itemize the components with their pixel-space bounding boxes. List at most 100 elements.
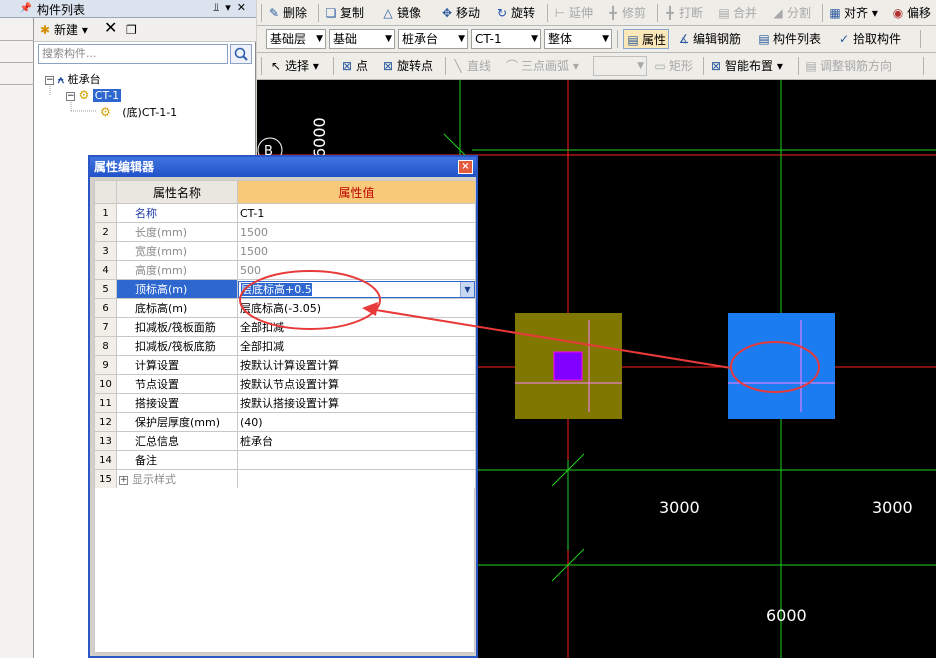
- scope-select[interactable]: 整体 ▼: [544, 29, 612, 49]
- delete-component-icon[interactable]: ✕: [104, 19, 117, 37]
- rect-icon: ▭: [654, 59, 666, 73]
- edit-rebar-button[interactable]: ∡ 编辑钢筋: [677, 29, 741, 49]
- tree-node-ct1[interactable]: − ⚙ CT-1: [66, 88, 122, 102]
- offset-button[interactable]: ◉ 偏移: [891, 3, 931, 23]
- property-row[interactable]: 12 保护层厚度(mm) (40): [94, 412, 476, 432]
- property-value[interactable]: [237, 450, 476, 470]
- new-component-button[interactable]: ✱ 新建 ▾: [38, 21, 88, 39]
- dropdown-icon[interactable]: ▾: [225, 1, 237, 14]
- point-button[interactable]: ⊠ 点: [340, 56, 368, 76]
- property-row[interactable]: 2 长度(mm) 1500: [94, 222, 476, 242]
- property-row[interactable]: 3 宽度(mm) 1500: [94, 241, 476, 261]
- property-editor-titlebar[interactable]: 属性编辑器 ×: [90, 157, 476, 177]
- move-button[interactable]: ✥ 移动: [440, 3, 480, 23]
- component-list-title: 构件列表: [37, 3, 86, 17]
- collapse-icon[interactable]: −: [66, 91, 75, 101]
- property-value[interactable]: (40): [237, 412, 476, 432]
- chevron-down-icon: ▼: [458, 34, 465, 44]
- left-panel-header: 📌: [0, 0, 34, 18]
- property-value-editor[interactable]: 层底标高+0.5 ▼: [237, 279, 476, 299]
- property-row[interactable]: 13 汇总信息 桩承台: [94, 431, 476, 451]
- property-row[interactable]: 10 节点设置 按默认节点设置计算: [94, 374, 476, 394]
- expand-icon[interactable]: +: [119, 475, 128, 485]
- property-value[interactable]: 全部扣减: [237, 336, 476, 356]
- property-row[interactable]: 1 名称 CT-1: [94, 203, 476, 223]
- property-value[interactable]: 1500: [237, 222, 476, 242]
- line-button[interactable]: ╲ 直线: [451, 56, 491, 76]
- property-name: 备注: [116, 450, 238, 470]
- collapse-icon[interactable]: −: [45, 75, 54, 85]
- copy-icon: ❏: [325, 6, 337, 20]
- edit-rebar-icon: ∡: [678, 32, 690, 46]
- property-row[interactable]: 11 搭接设置 按默认搭接设置计算: [94, 393, 476, 413]
- search-input[interactable]: 搜索构件...: [38, 44, 228, 64]
- copy-component-icon[interactable]: ❐: [126, 21, 137, 39]
- tree-node-pile-cap[interactable]: − ⍲ 桩承台: [45, 71, 101, 87]
- property-name-group[interactable]: + 显示样式: [116, 469, 238, 489]
- property-value[interactable]: 按默认节点设置计算: [237, 374, 476, 394]
- property-row[interactable]: 14 备注: [94, 450, 476, 470]
- property-button[interactable]: ▤ 属性: [623, 29, 670, 49]
- property-value[interactable]: 按默认计算设置计算: [237, 355, 476, 375]
- property-value[interactable]: 1500: [237, 241, 476, 261]
- offset-icon: ◉: [892, 6, 904, 20]
- property-row[interactable]: 9 计算设置 按默认计算设置计算: [94, 355, 476, 375]
- list-icon: ▤: [758, 32, 770, 46]
- component-list-button[interactable]: ▤ 构件列表: [757, 29, 821, 49]
- edit-toolbar: ✎ 删除 ❏ 复制 △ 镜像 ✥ 移动 ↻ 旋转 ⊢ 延伸 ╋ 修剪 ╋ 打断 ▤ 合并 ◢ 分割 …: [257, 0, 936, 26]
- rect-button[interactable]: ▭ 矩形: [653, 56, 693, 76]
- pile-cap-icon: ⍲: [57, 73, 65, 86]
- split-button[interactable]: ◢ 分割: [771, 3, 811, 23]
- smart-layout-button[interactable]: ⊠ 智能布置 ▾: [709, 56, 783, 76]
- chevron-down-icon: ▼: [531, 34, 538, 44]
- pick-component-button[interactable]: ✓ 拾取构件: [837, 29, 901, 49]
- close-button[interactable]: ×: [458, 160, 473, 174]
- property-row[interactable]: 15 + 显示样式: [94, 469, 476, 489]
- merge-button[interactable]: ▤ 合并: [717, 3, 757, 23]
- close-icon[interactable]: ✕: [237, 1, 252, 14]
- pin-icon[interactable]: ⫫: [213, 1, 225, 14]
- property-row[interactable]: 6 底标高(m) 层底标高(-3.05): [94, 298, 476, 318]
- dimension-text-total: 6000: [766, 606, 807, 625]
- property-name: 汇总信息: [116, 431, 238, 451]
- mirror-icon: △: [383, 6, 393, 20]
- property-value[interactable]: 层底标高(-3.05): [237, 298, 476, 318]
- adjust-rebar-direction-button[interactable]: ▤ 调整钢筋方向: [804, 56, 892, 76]
- chevron-down-icon: ▼: [602, 34, 609, 44]
- arc-mode-select[interactable]: ▼: [593, 56, 647, 76]
- rotate-button[interactable]: ↻ 旋转: [495, 3, 535, 23]
- property-value[interactable]: CT-1: [237, 203, 476, 223]
- top-elevation-input[interactable]: 层底标高+0.5 ▼: [238, 280, 475, 298]
- component-list-titlebar: 构件列表 ⫫▾✕: [34, 0, 256, 18]
- property-value[interactable]: [237, 469, 476, 489]
- select-button[interactable]: ↖ 选择 ▾: [269, 56, 319, 76]
- arc-button[interactable]: ⌒ 三点画弧 ▾: [505, 56, 579, 76]
- property-name: 扣减板/筏板底筋: [116, 336, 238, 356]
- tree-node-ct1-1[interactable]: ⚙ (底)CT-1-1: [100, 104, 177, 120]
- property-row-selected[interactable]: 5 顶标高(m) 层底标高+0.5 ▼: [94, 279, 476, 299]
- property-name: 计算设置: [116, 355, 238, 375]
- new-icon: ✱: [39, 23, 51, 37]
- align-button[interactable]: ▦ 对齐 ▾: [828, 3, 878, 23]
- property-row[interactable]: 8 扣减板/筏板底筋 全部扣减: [94, 336, 476, 356]
- property-row[interactable]: 4 高度(mm) 500: [94, 260, 476, 280]
- component-select[interactable]: CT-1 ▼: [471, 29, 541, 49]
- break-button[interactable]: ╋ 打断: [663, 3, 703, 23]
- type-select[interactable]: 基础 ▼: [329, 29, 395, 49]
- delete-button[interactable]: ✎ 删除: [267, 3, 307, 23]
- extend-button[interactable]: ⊢ 延伸: [553, 3, 593, 23]
- search-button[interactable]: [230, 44, 252, 64]
- property-value[interactable]: 500: [237, 260, 476, 280]
- chevron-down-icon[interactable]: ▼: [460, 281, 474, 297]
- copy-button[interactable]: ❏ 复制: [324, 3, 364, 23]
- trim-button[interactable]: ╋ 修剪: [606, 3, 646, 23]
- layer-select[interactable]: 基础层 ▼: [266, 29, 326, 49]
- category-select[interactable]: 桩承台 ▼: [398, 29, 468, 49]
- property-value[interactable]: 全部扣减: [237, 317, 476, 337]
- property-value[interactable]: 桩承台: [237, 431, 476, 451]
- mirror-button[interactable]: △ 镜像: [381, 3, 421, 23]
- property-row[interactable]: 7 扣减板/筏板面筋 全部扣减: [94, 317, 476, 337]
- property-value[interactable]: 按默认搭接设置计算: [237, 393, 476, 413]
- rotate-point-button[interactable]: ⊠ 旋转点: [381, 56, 433, 76]
- pin-icon[interactable]: 📌: [20, 3, 32, 14]
